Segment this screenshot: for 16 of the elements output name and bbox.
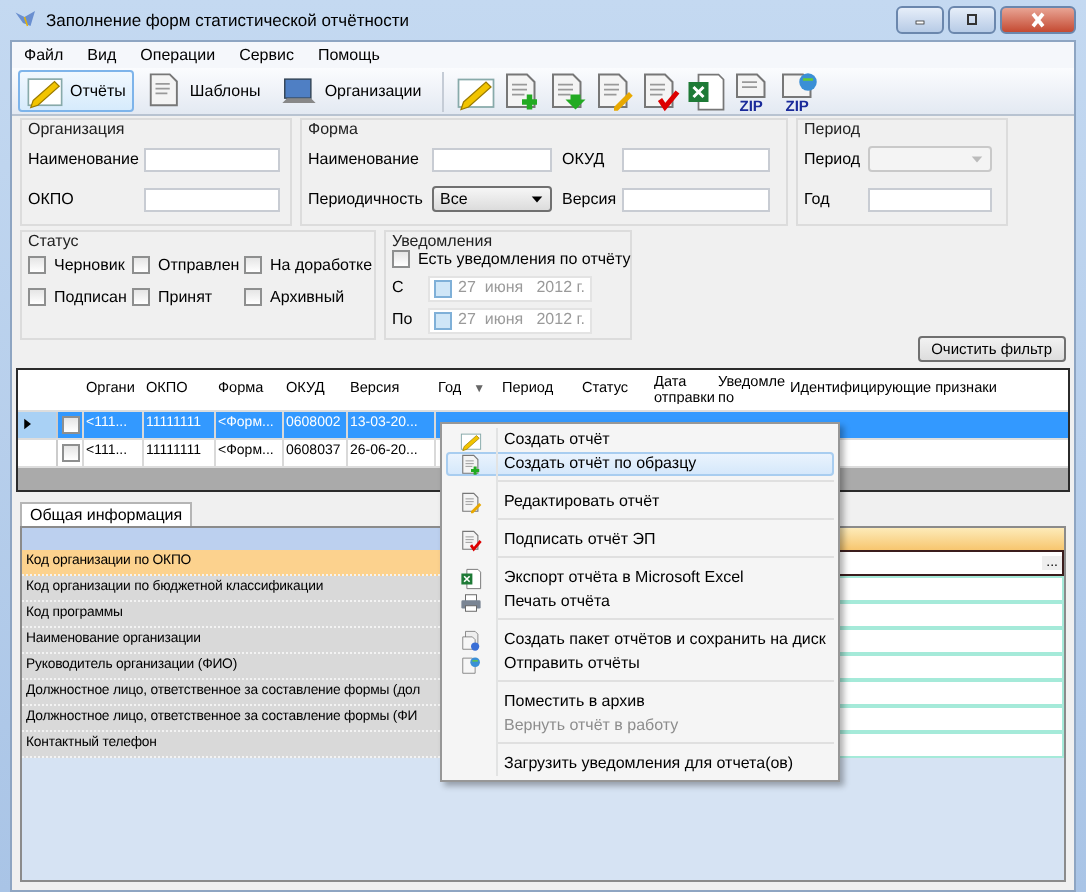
field-label: ОКПО: [28, 189, 74, 208]
field-label: Период: [804, 149, 861, 168]
field-label: Год: [804, 189, 830, 208]
field-label: Наименование: [28, 149, 139, 168]
field-label: ОКУД: [562, 149, 605, 168]
group-title: Форма: [308, 120, 360, 140]
group-title: Организация: [28, 120, 127, 140]
group-title: Период: [804, 120, 863, 140]
window-title: Заполнение форм статистической отчётности: [46, 9, 410, 31]
field-label: Версия: [562, 189, 617, 208]
field-label: Периодичность: [308, 189, 423, 208]
field-label: По: [392, 310, 413, 329]
group-title: Статус: [28, 231, 81, 251]
field-label: Наименование: [308, 149, 419, 168]
field-label: С: [392, 278, 404, 297]
group-title: Уведомления: [392, 231, 495, 251]
